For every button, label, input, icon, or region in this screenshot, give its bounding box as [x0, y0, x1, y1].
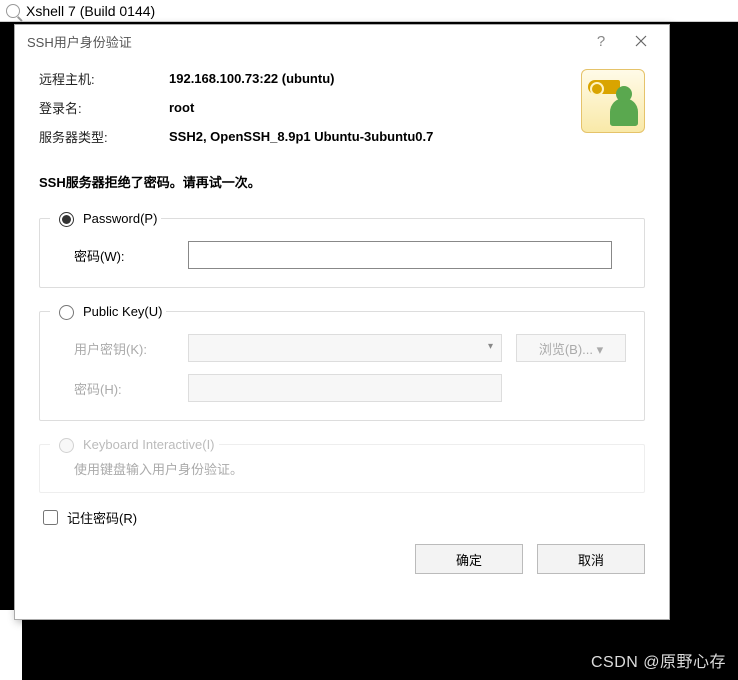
- remember-password-checkbox[interactable]: [43, 510, 58, 525]
- error-message: SSH服务器拒绝了密码。请再试一次。: [39, 172, 645, 191]
- pk-password-input: [188, 374, 502, 402]
- kbd-hint: 使用键盘输入用户身份验证。: [40, 453, 644, 492]
- connection-info: 远程主机: 192.168.100.73:22 (ubuntu) 登录名: ro…: [39, 69, 645, 146]
- dialog-body: 远程主机: 192.168.100.73:22 (ubuntu) 登录名: ro…: [15, 57, 669, 619]
- server-type-label: 服务器类型:: [39, 127, 169, 146]
- browse-button-label: 浏览(B)... ▾: [539, 339, 603, 358]
- dialog-buttons: 确定 取消: [39, 544, 645, 574]
- dialog-title: SSH用户身份验证: [27, 32, 581, 51]
- remember-password-row[interactable]: 记住密码(R): [39, 507, 645, 528]
- gutter: [0, 610, 22, 680]
- ok-button[interactable]: 确定: [415, 544, 523, 574]
- password-radio[interactable]: [59, 212, 74, 227]
- help-button[interactable]: ?: [581, 27, 621, 55]
- chevron-down-icon: ▾: [488, 341, 493, 352]
- login-value: root: [169, 100, 581, 115]
- login-label: 登录名:: [39, 98, 169, 117]
- dialog-titlebar: SSH用户身份验证 ?: [15, 25, 669, 57]
- key-user-icon: [581, 69, 645, 133]
- ssh-auth-dialog: SSH用户身份验证 ? 远程主机: 192.168.100.73:22 (ubu…: [14, 24, 670, 620]
- close-icon: [635, 35, 647, 47]
- keyboard-interactive-group: Keyboard Interactive(I) 使用键盘输入用户身份验证。: [39, 435, 645, 493]
- remember-password-label: 记住密码(R): [67, 508, 137, 527]
- server-type-value: SSH2, OpenSSH_8.9p1 Ubuntu-3ubuntu0.7: [169, 129, 581, 144]
- publickey-radio-row[interactable]: Public Key(U): [50, 302, 166, 320]
- publickey-group: Public Key(U) 用户密钥(K): ▾ 浏览(B)... ▾ 密码(H…: [39, 302, 645, 421]
- terminal-title: Xshell 7 (Build 0144): [26, 3, 155, 19]
- userkey-combo: ▾: [188, 334, 502, 362]
- publickey-radio[interactable]: [59, 305, 74, 320]
- terminal-titlebar: Xshell 7 (Build 0144): [0, 0, 738, 22]
- password-input[interactable]: [188, 241, 612, 269]
- password-radio-row[interactable]: Password(P): [50, 209, 161, 227]
- search-icon: [6, 4, 20, 18]
- remote-host-value: 192.168.100.73:22 (ubuntu): [169, 71, 581, 86]
- cancel-button[interactable]: 取消: [537, 544, 645, 574]
- watermark: CSDN @原野心存: [591, 648, 726, 672]
- kbd-radio-row: Keyboard Interactive(I): [50, 435, 219, 453]
- password-radio-label: Password(P): [83, 211, 157, 226]
- kbd-radio: [59, 438, 74, 453]
- password-group: Password(P) 密码(W):: [39, 209, 645, 288]
- close-button[interactable]: [621, 27, 661, 55]
- publickey-radio-label: Public Key(U): [83, 304, 162, 319]
- userkey-label: 用户密钥(K):: [74, 339, 174, 358]
- kbd-radio-label: Keyboard Interactive(I): [83, 437, 215, 452]
- password-field-label: 密码(W):: [74, 246, 174, 265]
- remote-host-label: 远程主机:: [39, 69, 169, 88]
- browse-button: 浏览(B)... ▾: [516, 334, 626, 362]
- pk-password-label: 密码(H):: [74, 379, 174, 398]
